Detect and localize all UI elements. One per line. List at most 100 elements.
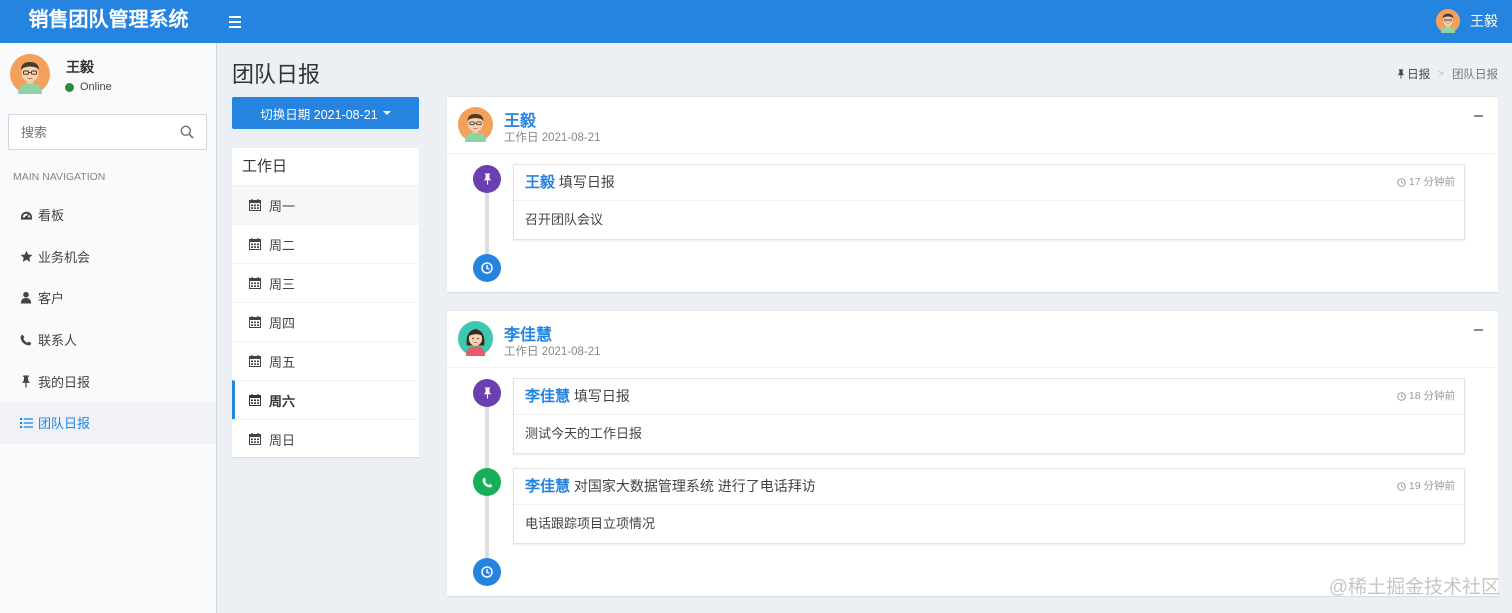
sidebar-item-label: 看板: [38, 208, 65, 224]
avatar: [1436, 9, 1460, 33]
entry-time: 19 分钟前: [1397, 469, 1455, 503]
avatar: [10, 54, 50, 94]
entry-time: 18 分钟前: [1397, 379, 1455, 413]
workday-list-title: 工作日: [242, 158, 288, 175]
watermark: @稀土掘金技术社区: [1328, 577, 1500, 598]
avatar: [458, 107, 493, 142]
sidebar-item-customers[interactable]: 客户: [0, 277, 216, 319]
breadcrumb-home[interactable]: 日报: [1397, 66, 1430, 82]
entry-body: 召开团队会议: [525, 212, 604, 227]
hamburger-menu-icon[interactable]: [229, 11, 245, 31]
report-author-name[interactable]: 王毅: [504, 107, 536, 131]
entry-time-label: 18 分钟前: [1408, 390, 1455, 402]
entry-author[interactable]: 王毅: [525, 174, 555, 191]
clock-icon: [1397, 177, 1406, 187]
status-dot-icon: [65, 82, 74, 92]
sidebar-item-label: 业务机会: [38, 249, 91, 265]
day-item-fri[interactable]: 周五: [232, 341, 419, 380]
sidebar-item-label: 联系人: [38, 333, 78, 349]
report-card: 王毅 工作日 2021-08-21 王毅 填写日报 17 分钟前 召开团队会议: [447, 96, 1498, 292]
breadcrumb-current: 团队日报: [1452, 69, 1498, 81]
list-icon: [19, 416, 33, 430]
search-icon[interactable]: [180, 125, 194, 139]
report-date: 工作日 2021-08-21: [504, 346, 601, 358]
timeline-entry-header: 李佳慧 对国家大数据管理系统 进行了电话拜访 19 分钟前: [514, 469, 1464, 505]
avatar: [458, 321, 493, 356]
sidebar-user-name: 王毅: [66, 59, 94, 75]
entry-body: 测试今天的工作日报: [525, 426, 643, 441]
user-icon: [19, 291, 33, 305]
sidebar-item-label: 团队日报: [38, 416, 91, 432]
day-label: 周四: [269, 315, 296, 331]
entry-author[interactable]: 李佳慧: [525, 388, 570, 405]
switch-date-button[interactable]: 切换日期 2021-08-21: [232, 97, 419, 129]
day-label: 周一: [269, 198, 296, 214]
day-label: 周日: [269, 432, 296, 448]
timeline-entry-header: 李佳慧 填写日报 18 分钟前: [514, 379, 1464, 415]
entry-time-label: 19 分钟前: [1408, 480, 1455, 492]
entry-time-label: 17 分钟前: [1408, 176, 1455, 188]
calendar-icon: [249, 433, 261, 445]
collapse-minus-icon[interactable]: [1474, 113, 1484, 123]
nav-header: MAIN NAVIGATION: [13, 171, 106, 183]
status-label: Online: [80, 81, 112, 93]
breadcrumb: 日报 > 团队日报: [1397, 66, 1498, 82]
timeline-entry: 王毅 填写日报 17 分钟前 召开团队会议: [513, 164, 1465, 240]
entry-author[interactable]: 李佳慧: [525, 478, 570, 495]
day-label: 周五: [269, 354, 296, 370]
sidebar-item-label: 我的日报: [38, 374, 91, 390]
collapse-minus-icon[interactable]: [1474, 327, 1484, 337]
online-status: Online: [65, 81, 112, 93]
day-item-mon[interactable]: 周一: [232, 185, 419, 224]
calendar-icon: [249, 316, 261, 328]
clock-icon: [473, 254, 501, 282]
top-header: 销售团队管理系统 王毅: [0, 0, 1512, 43]
star-icon: [19, 249, 33, 263]
entry-action: 填写日报: [573, 388, 630, 404]
sidebar-item-contacts[interactable]: 联系人: [0, 319, 216, 361]
switch-date-label: 切换日期 2021-08-21: [260, 107, 378, 122]
timeline-entry-header: 王毅 填写日报 17 分钟前: [514, 165, 1464, 201]
pin-icon: [473, 379, 501, 407]
day-label: 周二: [269, 237, 296, 253]
app-logo[interactable]: 销售团队管理系统: [0, 0, 217, 43]
header-user-menu[interactable]: 王毅: [1436, 8, 1498, 34]
dashboard-icon: [19, 208, 33, 222]
clock-icon: [1397, 391, 1406, 401]
pin-icon: [19, 374, 33, 388]
user-panel: 王毅 Online: [0, 43, 216, 105]
entry-action: 对国家大数据管理系统 进行了电话拜访: [573, 478, 816, 494]
sidebar-search-box: [8, 114, 207, 150]
sidebar-item-dashboard[interactable]: 看板: [0, 194, 216, 236]
report-author-name[interactable]: 李佳慧: [504, 321, 552, 345]
day-item-tue[interactable]: 周二: [232, 224, 419, 263]
breadcrumb-home-label: 日报: [1407, 69, 1431, 81]
sidebar-item-team-daily-report[interactable]: 团队日报: [0, 401, 216, 444]
entry-action: 填写日报: [558, 174, 615, 190]
sidebar-item-opportunities[interactable]: 业务机会: [0, 236, 216, 278]
day-item-sat[interactable]: 周六: [232, 380, 419, 419]
clock-icon: [1397, 481, 1406, 491]
page-title: 团队日报: [232, 62, 321, 87]
report-card-header: 王毅 工作日 2021-08-21: [447, 97, 1498, 154]
report-card: 李佳慧 工作日 2021-08-21 李佳慧 填写日报 18 分钟前 测试今天的…: [447, 310, 1498, 596]
calendar-icon: [249, 238, 261, 250]
calendar-icon: [249, 277, 261, 289]
timeline-entry: 李佳慧 对国家大数据管理系统 进行了电话拜访 19 分钟前 电话跟踪项目立项情况: [513, 468, 1465, 544]
calendar-icon: [249, 199, 261, 211]
calendar-icon: [249, 355, 261, 367]
phone-icon: [473, 468, 501, 496]
search-input[interactable]: [9, 115, 169, 149]
header-user-name: 王毅: [1470, 13, 1498, 29]
day-item-wed[interactable]: 周三: [232, 263, 419, 302]
entry-body: 电话跟踪项目立项情况: [525, 516, 656, 531]
day-label: 周六: [269, 393, 296, 409]
sidebar-item-my-daily-report[interactable]: 我的日报: [0, 360, 216, 402]
day-item-sun[interactable]: 周日: [232, 419, 419, 458]
breadcrumb-separator: >: [1438, 68, 1444, 80]
calendar-icon: [249, 394, 261, 406]
phone-icon: [19, 333, 33, 347]
day-item-thu[interactable]: 周四: [232, 302, 419, 341]
pin-icon: [1397, 69, 1405, 79]
day-label: 周三: [269, 276, 296, 292]
